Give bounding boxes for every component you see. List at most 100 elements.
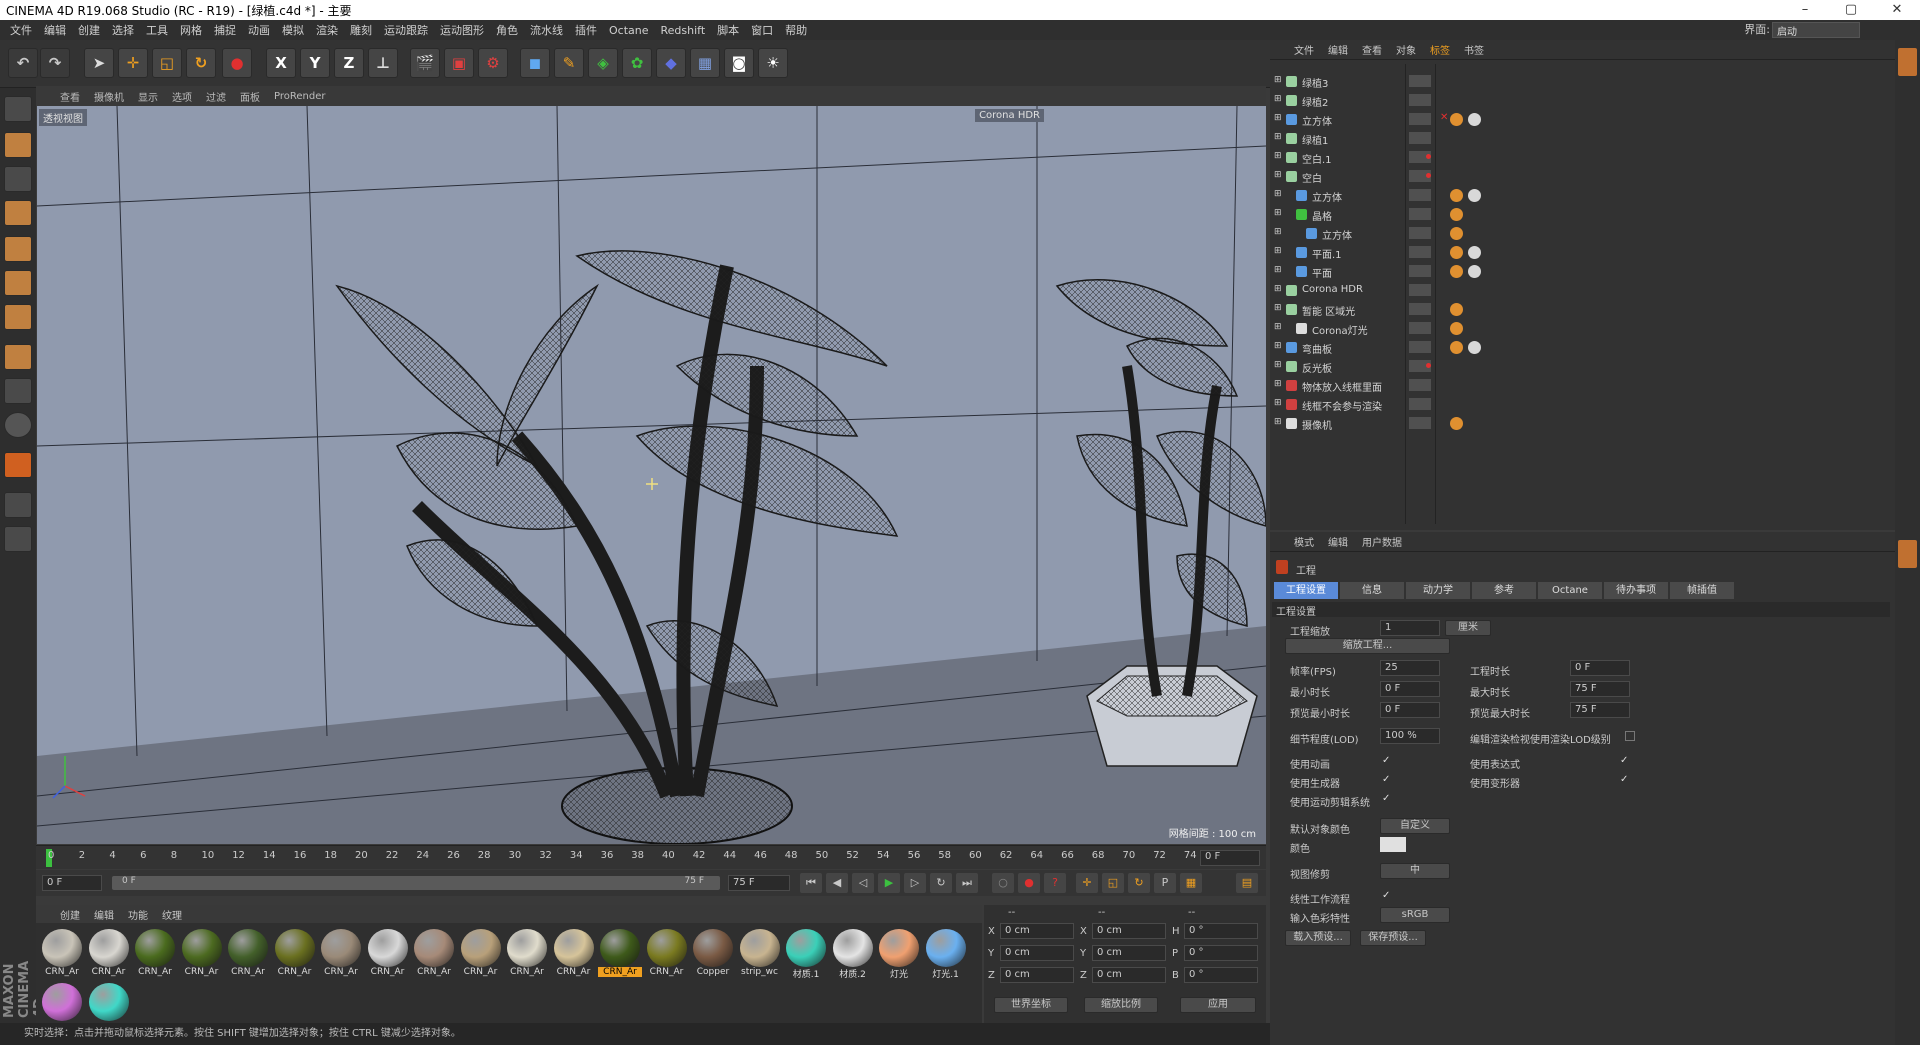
cloner-icon[interactable]: ✿ bbox=[622, 48, 652, 78]
restore-button[interactable]: ▢ bbox=[1828, 0, 1874, 20]
object-row[interactable]: ⊞ 绿植3 bbox=[1270, 72, 1895, 91]
object-row[interactable]: ⊞ 空白 bbox=[1270, 167, 1895, 186]
object-row[interactable]: ⊞ 线框不会参与渲染 bbox=[1270, 395, 1895, 414]
expand-icon[interactable]: ⊞ bbox=[1274, 208, 1282, 218]
save-preset-button[interactable]: 保存预设... bbox=[1360, 930, 1426, 946]
key-scale-icon[interactable]: ◱ bbox=[1102, 873, 1124, 893]
magnet-icon[interactable] bbox=[4, 452, 32, 478]
coord-field[interactable]: 0 ° bbox=[1184, 967, 1258, 983]
coord-field[interactable]: 0 cm bbox=[1092, 945, 1166, 961]
menu-item[interactable]: Redshift bbox=[661, 24, 706, 37]
minimize-button[interactable]: – bbox=[1782, 0, 1828, 20]
move-icon[interactable]: ✛ bbox=[118, 48, 148, 78]
light-icon[interactable]: ☀ bbox=[758, 48, 788, 78]
object-row[interactable]: ⊞ 物体放入线框里面 bbox=[1270, 376, 1895, 395]
visibility-dots[interactable] bbox=[1409, 94, 1431, 106]
visibility-dots[interactable] bbox=[1409, 208, 1431, 220]
tag-icon[interactable] bbox=[1468, 265, 1481, 278]
scale-field[interactable]: 1 bbox=[1380, 620, 1440, 636]
attribute-tab[interactable]: 用户数据 bbox=[1362, 534, 1402, 549]
scale-select[interactable]: 缩放比例 bbox=[1084, 997, 1158, 1013]
cube-icon[interactable]: ◼ bbox=[520, 48, 550, 78]
attribute-tab[interactable]: 编辑 bbox=[1328, 534, 1348, 549]
expand-icon[interactable]: ⊞ bbox=[1274, 417, 1282, 427]
autokey-icon[interactable]: ○ bbox=[992, 873, 1014, 893]
material-swatch[interactable]: 材质.2 bbox=[831, 929, 875, 981]
expand-icon[interactable]: ⊞ bbox=[1274, 284, 1282, 294]
material-swatch[interactable]: CRN_Ar bbox=[133, 929, 177, 981]
z-axis-icon[interactable]: Z bbox=[334, 48, 364, 78]
render-view-icon[interactable]: 🎬 bbox=[410, 48, 440, 78]
menu-item[interactable]: 角色 bbox=[496, 22, 518, 38]
viewport-menu-item[interactable]: 显示 bbox=[138, 89, 158, 104]
expand-icon[interactable]: ⊞ bbox=[1274, 94, 1282, 104]
viewport-menu-item[interactable]: ProRender bbox=[274, 91, 325, 102]
lod-render-checkbox[interactable] bbox=[1625, 731, 1635, 741]
start-frame-field[interactable]: 0 F bbox=[42, 875, 102, 891]
render-picture-viewer-icon[interactable]: ▣ bbox=[444, 48, 474, 78]
menu-item[interactable]: 文件 bbox=[10, 22, 32, 38]
use-motion-checkbox[interactable]: ✓ bbox=[1382, 794, 1392, 804]
material-swatch[interactable]: 灯光.1 bbox=[924, 929, 968, 981]
prev-frame-icon[interactable]: ◁ bbox=[852, 873, 874, 893]
undo-icon[interactable]: ↶ bbox=[8, 48, 38, 78]
attribute-subtab[interactable]: 帧插值 bbox=[1670, 582, 1734, 599]
timeline-ruler[interactable]: 0 2 4 6 8 10 12 14 16 18 20 22 24 26 28 30 32 34 36 38 40 42 4… bbox=[36, 845, 1266, 869]
object-manager-tab[interactable]: 标签 bbox=[1430, 42, 1450, 57]
object-row[interactable]: ⊞ 平面 bbox=[1270, 262, 1895, 281]
tag-icon[interactable] bbox=[1468, 189, 1481, 202]
select-icon[interactable]: ➤ bbox=[84, 48, 114, 78]
material-swatch[interactable]: CRN_Ar bbox=[598, 929, 642, 981]
help-icon[interactable]: ? bbox=[1044, 873, 1066, 893]
menu-item[interactable]: 窗口 bbox=[751, 22, 773, 38]
menu-item[interactable]: 捕捉 bbox=[214, 22, 236, 38]
tag-icon[interactable] bbox=[1450, 227, 1463, 240]
attribute-subtab[interactable]: 参考 bbox=[1472, 582, 1536, 599]
linear-workflow-checkbox[interactable]: ✓ bbox=[1382, 891, 1392, 901]
scale-project-button[interactable]: 缩放工程... bbox=[1285, 638, 1450, 654]
make-editable-icon[interactable] bbox=[4, 96, 32, 122]
attributes-dock-tab[interactable] bbox=[1898, 540, 1917, 568]
object-manager-tab[interactable]: 书签 bbox=[1464, 42, 1484, 57]
material-swatch[interactable]: CRN_Ar bbox=[273, 929, 317, 981]
object-row[interactable]: ⊞ 暂能 区域光 bbox=[1270, 300, 1895, 319]
material-swatch[interactable]: CRN_Ar bbox=[40, 929, 84, 981]
menu-item[interactable]: 运动跟踪 bbox=[384, 22, 428, 38]
viewport-menu-item[interactable]: 面板 bbox=[240, 89, 260, 104]
object-row[interactable]: ⊞ Corona HDR bbox=[1270, 281, 1895, 300]
material-swatch[interactable]: CRN_Ar bbox=[552, 929, 596, 981]
visibility-dots[interactable] bbox=[1409, 75, 1431, 87]
tag-icon[interactable] bbox=[1450, 417, 1463, 430]
layout-select[interactable]: 启动 bbox=[1772, 22, 1860, 38]
expand-icon[interactable]: ⊞ bbox=[1274, 360, 1282, 370]
visibility-dots[interactable] bbox=[1409, 322, 1431, 334]
visibility-dots[interactable] bbox=[1409, 398, 1431, 410]
tag-icon[interactable] bbox=[1450, 113, 1463, 126]
menu-item[interactable]: 模拟 bbox=[282, 22, 304, 38]
object-row[interactable]: ⊞ 弯曲板 bbox=[1270, 338, 1895, 357]
lod-field[interactable]: 100 % bbox=[1380, 728, 1440, 744]
object-row[interactable]: ⊞ 反光板 bbox=[1270, 357, 1895, 376]
attribute-tab[interactable]: 模式 bbox=[1294, 534, 1314, 549]
visibility-dots[interactable] bbox=[1409, 417, 1431, 429]
menu-item[interactable]: 插件 bbox=[575, 22, 597, 38]
workplane-icon[interactable] bbox=[4, 200, 32, 226]
input-color-select[interactable]: sRGB bbox=[1380, 907, 1450, 923]
tag-icon[interactable] bbox=[1450, 246, 1463, 259]
live-select-icon[interactable]: ● bbox=[222, 48, 252, 78]
expand-icon[interactable]: ⊞ bbox=[1274, 170, 1282, 180]
tag-icon[interactable] bbox=[1450, 303, 1463, 316]
deformer-icon[interactable]: ◆ bbox=[656, 48, 686, 78]
tag-icon[interactable] bbox=[1450, 341, 1463, 354]
material-swatch[interactable]: Copper bbox=[691, 929, 735, 981]
menu-item[interactable]: Octane bbox=[609, 24, 649, 37]
unit-select[interactable]: 厘米 bbox=[1445, 620, 1491, 636]
tag-icon[interactable] bbox=[1468, 246, 1481, 259]
attribute-subtab[interactable]: Octane Render bbox=[1538, 582, 1602, 613]
material-tab[interactable]: 功能 bbox=[128, 907, 148, 922]
menu-item[interactable]: 工具 bbox=[146, 22, 168, 38]
menu-item[interactable]: 渲染 bbox=[316, 22, 338, 38]
material-swatch[interactable]: CRN_Ar bbox=[180, 929, 224, 981]
edges-mode-icon[interactable] bbox=[4, 270, 32, 296]
expand-icon[interactable]: ⊞ bbox=[1274, 132, 1282, 142]
